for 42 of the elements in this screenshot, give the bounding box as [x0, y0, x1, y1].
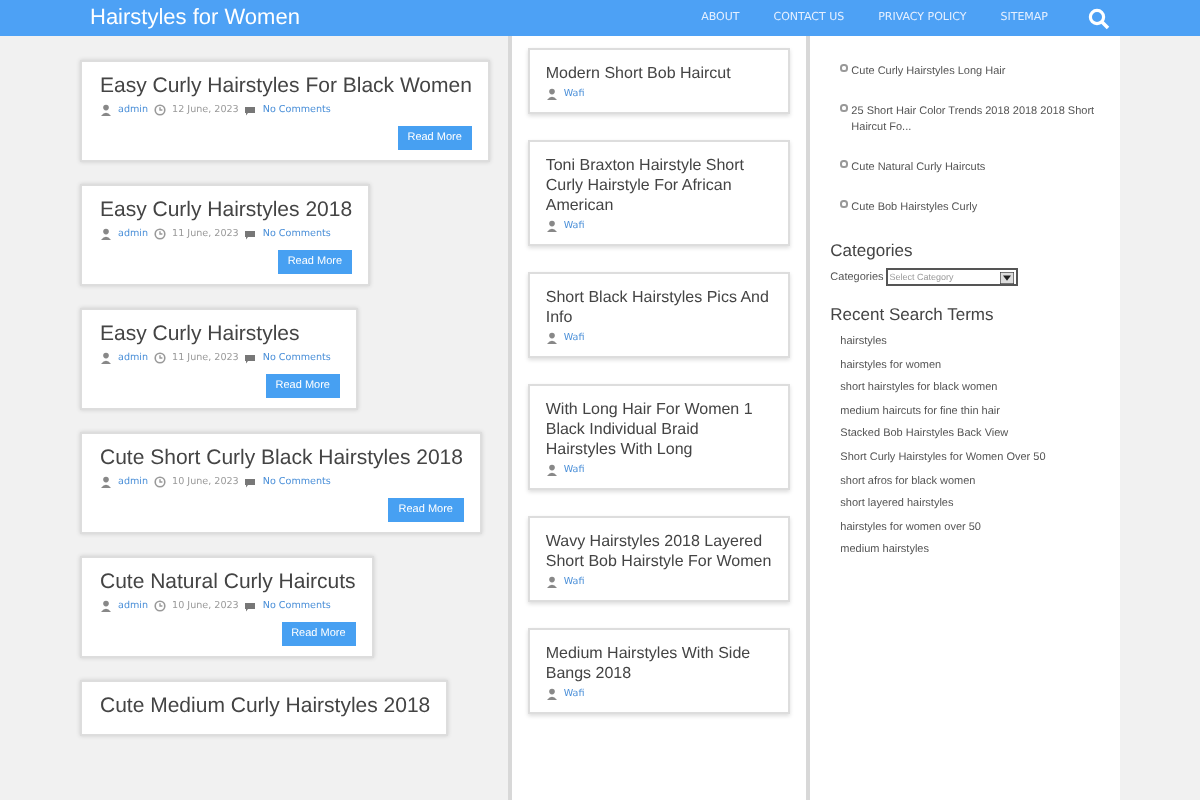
comment-icon — [244, 229, 257, 239]
post-title[interactable]: Wavy Hairstyles 2018 Layered Short Bob Hairstyle For Women — [545, 532, 773, 572]
user-icon — [545, 464, 558, 476]
clock-icon — [154, 104, 167, 116]
search-icon[interactable] — [1088, 7, 1110, 29]
user-icon — [545, 332, 558, 344]
bullet-icon — [840, 200, 848, 207]
comment-icon — [244, 477, 257, 487]
comment-icon — [244, 353, 257, 363]
post-title[interactable]: Short Black Hairstyles Pics And Info — [545, 288, 773, 328]
post-title[interactable]: Modern Short Bob Haircut — [545, 64, 773, 84]
clock-icon — [154, 228, 167, 240]
bullet-icon — [840, 104, 848, 111]
clock-icon — [154, 476, 167, 488]
post-title[interactable]: Easy Curly Hairstyles — [100, 322, 340, 346]
post-title[interactable]: Toni Braxton Hairstyle Short Curly Hairstyle For African American — [545, 156, 773, 216]
comment-icon — [244, 601, 257, 611]
clock-icon — [154, 352, 167, 364]
post-title[interactable]: Cute Natural Curly Haircuts — [100, 570, 356, 594]
widget-heading: Recent Search Terms — [830, 304, 996, 324]
post-title[interactable]: Cute Medium Curly Hairstyles 2018 — [100, 694, 431, 718]
post-title[interactable]: With Long Hair For Women 1 Black Individual Braid Hairstyles With Long — [545, 400, 773, 460]
user-icon — [545, 576, 558, 588]
post-title[interactable]: Cute Short Curly Black Hairstyles 2018 — [100, 446, 463, 470]
post-title[interactable]: Medium Hairstyles With Side Bangs 2018 — [545, 644, 773, 684]
dropdown-arrow-icon — [999, 271, 1014, 283]
user-icon — [100, 352, 112, 364]
user-icon — [100, 476, 112, 488]
user-icon — [100, 600, 112, 612]
user-icon — [545, 688, 558, 700]
bullet-icon — [840, 160, 848, 167]
clock-icon — [154, 600, 167, 612]
site-title[interactable]: Hairstyles for Women — [80, 6, 300, 30]
post-title[interactable]: Easy Curly Hairstyles 2018 — [100, 198, 353, 222]
comment-icon — [244, 105, 257, 115]
user-icon — [545, 88, 558, 100]
widget-heading: Categories — [830, 240, 915, 260]
user-icon — [100, 104, 112, 116]
user-icon — [100, 228, 112, 240]
user-icon — [545, 220, 558, 232]
post-title[interactable]: Easy Curly Hairstyles For Black Women — [100, 74, 472, 98]
bullet-icon — [840, 64, 848, 71]
